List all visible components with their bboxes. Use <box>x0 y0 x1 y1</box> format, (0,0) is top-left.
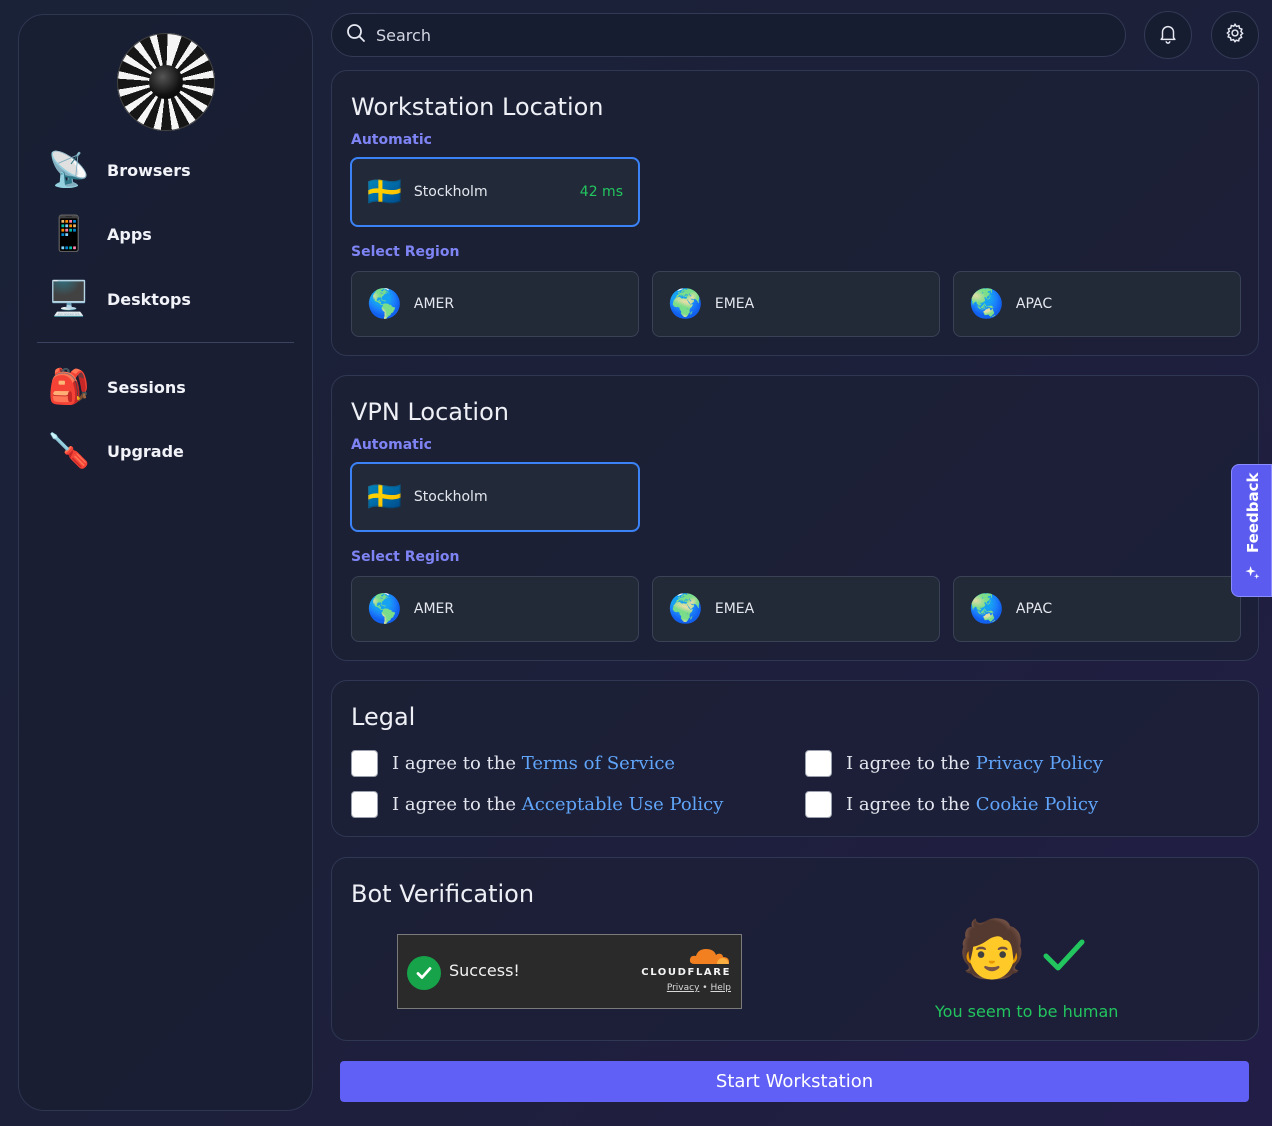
select-region-label: Select Region <box>351 549 460 565</box>
bell-icon <box>1157 22 1179 48</box>
person-icon: 🧑 <box>957 917 1027 982</box>
globe-asia-australia-icon: 🌏 <box>969 287 1004 320</box>
gear-icon <box>1224 22 1246 48</box>
vpn-automatic-option[interactable]: 🇸🇪 Stockholm <box>350 462 640 532</box>
sidebar-item-upgrade[interactable]: 🪛 Upgrade <box>47 427 297 475</box>
cookie-agreement: I agree to the Cookie Policy <box>805 791 1098 818</box>
sidebar-item-browsers[interactable]: 📡 Browsers <box>47 146 297 194</box>
checkmark-icon <box>1042 938 1086 978</box>
brand-logo[interactable] <box>117 33 215 131</box>
terms-of-service-link[interactable]: Terms of Service <box>522 753 675 774</box>
automatic-label: Automatic <box>351 437 432 453</box>
sidebar-item-label: Upgrade <box>107 441 184 461</box>
globe-americas-icon: 🌎 <box>367 592 402 625</box>
sidebar: 📡 Browsers 📱 Apps 🖥️ Desktops 🎒 Sessions… <box>18 14 313 1111</box>
cookie-checkbox[interactable] <box>805 791 832 818</box>
region-name: AMER <box>413 601 455 617</box>
sidebar-item-label: Desktops <box>107 289 191 309</box>
latency-value: 42 ms <box>579 184 623 200</box>
help-link[interactable]: Help <box>710 983 731 993</box>
search-icon <box>346 23 366 47</box>
acceptable-use-policy-link[interactable]: Acceptable Use Policy <box>522 794 724 815</box>
sidebar-item-sessions[interactable]: 🎒 Sessions <box>47 363 297 411</box>
legal-title: Legal <box>351 703 416 731</box>
desktop-computer-icon: 🖥️ <box>47 279 91 319</box>
select-region-label: Select Region <box>351 244 460 260</box>
workstation-region-apac[interactable]: 🌏 APAC <box>953 271 1241 337</box>
captcha-links: Privacy • Help <box>667 983 731 993</box>
feedback-tab[interactable]: Feedback <box>1231 464 1272 597</box>
human-verified-text: You seem to be human <box>935 1002 1119 1021</box>
sidebar-item-apps[interactable]: 📱 Apps <box>47 210 297 258</box>
location-name: Stockholm <box>413 489 488 505</box>
region-name: AMER <box>413 296 455 312</box>
captcha-status: Success! <box>449 961 520 980</box>
screwdriver-icon: 🪛 <box>47 431 91 471</box>
vpn-location-card: VPN Location Automatic 🇸🇪 Stockholm Sele… <box>331 375 1259 661</box>
privacy-agreement: I agree to the Privacy Policy <box>805 750 1103 777</box>
bot-verification-card: Bot Verification Success! CLOUDFLARE Pri… <box>331 857 1259 1041</box>
acceptable-use-agreement: I agree to the Acceptable Use Policy <box>351 791 723 818</box>
sidebar-item-desktops[interactable]: 🖥️ Desktops <box>47 275 297 323</box>
workstation-location-title: Workstation Location <box>351 93 604 121</box>
workstation-region-amer[interactable]: 🌎 AMER <box>351 271 639 337</box>
region-name: APAC <box>1015 296 1053 312</box>
agreement-prefix: I agree to the <box>846 753 976 774</box>
cloudflare-brand: CLOUDFLARE <box>641 967 731 978</box>
success-check-icon <box>407 956 441 990</box>
mobile-phone-icon: 📱 <box>47 214 91 254</box>
feedback-label: Feedback <box>1244 472 1262 553</box>
acceptable-use-checkbox[interactable] <box>351 791 378 818</box>
vpn-location-title: VPN Location <box>351 398 509 426</box>
links-separator: • <box>702 983 708 993</box>
vpn-region-apac[interactable]: 🌏 APAC <box>953 576 1241 642</box>
search-bar <box>331 13 1126 57</box>
legal-card: Legal I agree to the Terms of Service I … <box>331 680 1259 837</box>
backpack-icon: 🎒 <box>47 367 91 407</box>
terms-checkbox[interactable] <box>351 750 378 777</box>
workstation-location-card: Workstation Location Automatic 🇸🇪 Stockh… <box>331 70 1259 356</box>
satellite-dish-icon: 📡 <box>47 150 91 190</box>
workstation-region-emea[interactable]: 🌍 EMEA <box>652 271 940 337</box>
terms-agreement: I agree to the Terms of Service <box>351 750 675 777</box>
vpn-region-emea[interactable]: 🌍 EMEA <box>652 576 940 642</box>
globe-asia-australia-icon: 🌏 <box>969 592 1004 625</box>
sweden-flag-icon: 🇸🇪 <box>367 175 402 208</box>
agreement-prefix: I agree to the <box>846 794 976 815</box>
globe-americas-icon: 🌎 <box>367 287 402 320</box>
sparkle-icon <box>1245 565 1260 584</box>
region-name: EMEA <box>714 601 755 617</box>
sidebar-divider <box>37 342 294 343</box>
privacy-link[interactable]: Privacy <box>667 983 700 993</box>
sidebar-item-label: Sessions <box>107 377 186 397</box>
notifications-button[interactable] <box>1144 11 1192 59</box>
sidebar-item-label: Apps <box>107 224 152 244</box>
privacy-policy-link[interactable]: Privacy Policy <box>976 753 1103 774</box>
workstation-automatic-option[interactable]: 🇸🇪 Stockholm 42 ms <box>350 157 640 227</box>
region-name: APAC <box>1015 601 1053 617</box>
region-name: EMEA <box>714 296 755 312</box>
globe-europe-africa-icon: 🌍 <box>668 287 703 320</box>
settings-button[interactable] <box>1211 11 1259 59</box>
sidebar-item-label: Browsers <box>107 160 191 180</box>
privacy-checkbox[interactable] <box>805 750 832 777</box>
location-name: Stockholm <box>413 184 488 200</box>
agreement-prefix: I agree to the <box>392 753 522 774</box>
sweden-flag-icon: 🇸🇪 <box>367 480 402 513</box>
cookie-policy-link[interactable]: Cookie Policy <box>976 794 1098 815</box>
globe-europe-africa-icon: 🌍 <box>668 592 703 625</box>
start-workstation-button[interactable]: Start Workstation <box>340 1061 1249 1102</box>
agreement-prefix: I agree to the <box>392 794 522 815</box>
captcha-widget[interactable]: Success! CLOUDFLARE Privacy • Help <box>397 934 742 1009</box>
search-input[interactable] <box>376 25 1076 45</box>
bot-verification-title: Bot Verification <box>351 880 535 908</box>
automatic-label: Automatic <box>351 132 432 148</box>
vpn-region-amer[interactable]: 🌎 AMER <box>351 576 639 642</box>
